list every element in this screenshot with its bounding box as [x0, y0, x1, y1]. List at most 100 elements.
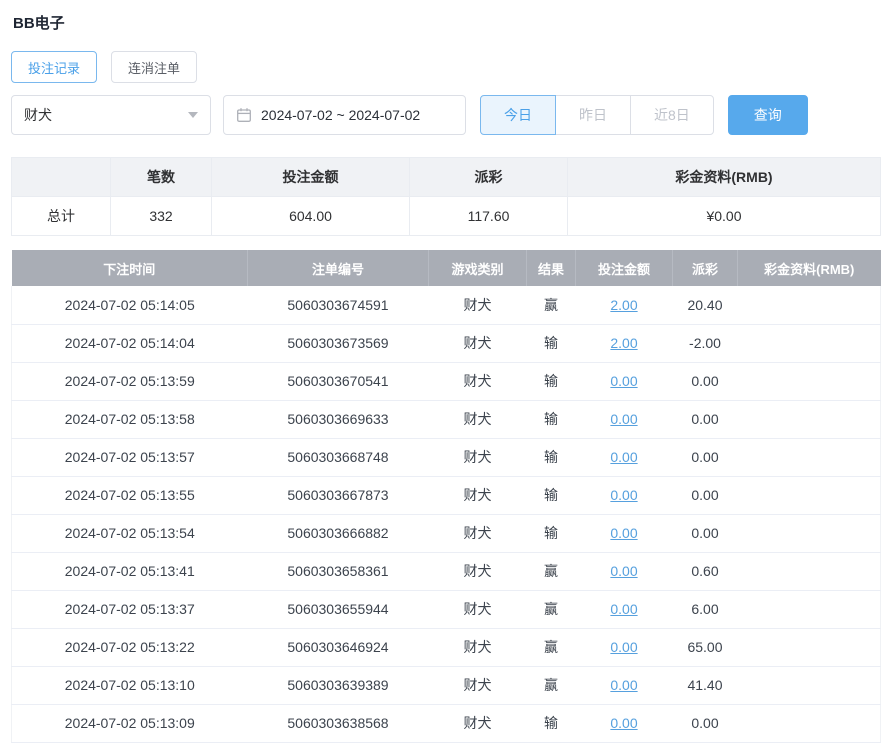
payout-cell: 0.60 [672, 552, 738, 591]
game-type-cell: 财犬 [428, 666, 527, 705]
bet-amount-link[interactable]: 0.00 [610, 411, 637, 427]
date-quick-buttons: 今日 昨日 近8日 [480, 95, 714, 135]
table-row: 2024-07-02 05:13:10 5060303639389 财犬 赢 0… [11, 666, 881, 705]
result-cell: 赢 [526, 552, 576, 591]
bonus-cell [737, 400, 881, 439]
game-type-cell: 财犬 [428, 400, 527, 439]
summary-header-count: 笔数 [110, 157, 212, 197]
bet-amount-link[interactable]: 0.00 [610, 525, 637, 541]
date-range-input[interactable]: 2024-07-02 ~ 2024-07-02 [223, 95, 466, 135]
payout-cell: -2.00 [672, 324, 738, 363]
bet-amount-link[interactable]: 0.00 [610, 373, 637, 389]
game-type-cell: 财犬 [428, 704, 527, 743]
payout-cell: 0.00 [672, 476, 738, 515]
tab-bar: 投注记录 连消注单 [11, 51, 881, 83]
header-bet-time: 下注时间 [11, 250, 248, 286]
yesterday-button[interactable]: 昨日 [555, 95, 631, 135]
tab-betting-records[interactable]: 投注记录 [11, 51, 98, 83]
bet-amount-link[interactable]: 0.00 [610, 563, 637, 579]
bet-amount-link[interactable]: 0.00 [610, 639, 637, 655]
bet-time-cell: 2024-07-02 05:13:37 [11, 590, 248, 629]
result-cell: 输 [526, 438, 576, 477]
page-title: BB电子 [13, 15, 65, 32]
table-row: 2024-07-02 05:13:57 5060303668748 财犬 输 0… [11, 438, 881, 477]
game-type-cell: 财犬 [428, 362, 527, 401]
bet-amount-link[interactable]: 0.00 [610, 715, 637, 731]
bet-time-cell: 2024-07-02 05:13:59 [11, 362, 248, 401]
bet-amount-cell: 2.00 [575, 324, 673, 363]
game-type-cell: 财犬 [428, 590, 527, 629]
bet-amount-link[interactable]: 0.00 [610, 601, 637, 617]
game-select[interactable]: 财犬 [11, 95, 211, 135]
bet-amount-link[interactable]: 0.00 [610, 449, 637, 465]
result-cell: 输 [526, 476, 576, 515]
bet-amount-cell: 0.00 [575, 704, 673, 743]
table-row: 2024-07-02 05:14:05 5060303674591 财犬 赢 2… [11, 286, 881, 325]
payout-cell: 0.00 [672, 362, 738, 401]
summary-total-row: 总计 332 604.00 117.60 ¥0.00 [11, 196, 881, 236]
bet-amount-cell: 0.00 [575, 514, 673, 553]
result-cell: 输 [526, 362, 576, 401]
bet-time-cell: 2024-07-02 05:13:09 [11, 704, 248, 743]
result-cell: 输 [526, 514, 576, 553]
summary-total-payout: 117.60 [409, 196, 568, 236]
summary-total-bonus: ¥0.00 [567, 196, 881, 236]
payout-cell: 65.00 [672, 628, 738, 667]
order-number-cell: 5060303673569 [247, 324, 429, 363]
header-bet-amount: 投注金额 [575, 250, 673, 286]
today-button[interactable]: 今日 [480, 95, 556, 135]
bonus-cell [737, 476, 881, 515]
summary-header-payout: 派彩 [409, 157, 568, 197]
header-bonus: 彩金资料(RMB) [737, 250, 881, 286]
payout-cell: 6.00 [672, 590, 738, 629]
result-cell: 赢 [526, 666, 576, 705]
records-header-row: 下注时间 注单编号 游戏类别 结果 投注金额 派彩 彩金资料(RMB) [11, 250, 881, 286]
game-type-cell: 财犬 [428, 286, 527, 325]
table-row: 2024-07-02 05:14:04 5060303673569 财犬 输 2… [11, 324, 881, 363]
result-cell: 输 [526, 324, 576, 363]
query-button[interactable]: 查询 [727, 95, 808, 135]
summary-header-blank [11, 157, 111, 197]
bonus-cell [737, 552, 881, 591]
bet-time-cell: 2024-07-02 05:14:04 [11, 324, 248, 363]
filter-bar: 财犬 2024-07-02 ~ 2024-07-02 今日 昨日 近8日 查询 [11, 95, 881, 135]
payout-cell: 20.40 [672, 286, 738, 325]
bet-amount-link[interactable]: 2.00 [610, 297, 637, 313]
last-8-days-button[interactable]: 近8日 [630, 95, 714, 135]
payout-cell: 0.00 [672, 400, 738, 439]
game-type-cell: 财犬 [428, 514, 527, 553]
bet-amount-cell: 0.00 [575, 590, 673, 629]
tab-cancelled-orders[interactable]: 连消注单 [111, 51, 198, 83]
bonus-cell [737, 438, 881, 477]
order-number-cell: 5060303666882 [247, 514, 429, 553]
bonus-cell [737, 590, 881, 629]
bet-amount-link[interactable]: 2.00 [610, 335, 637, 351]
header-payout: 派彩 [672, 250, 738, 286]
order-number-cell: 5060303669633 [247, 400, 429, 439]
summary-total-bet-amount: 604.00 [211, 196, 410, 236]
header-game-type: 游戏类别 [428, 250, 527, 286]
date-range-value: 2024-07-02 ~ 2024-07-02 [261, 107, 421, 123]
result-cell: 赢 [526, 286, 576, 325]
table-row: 2024-07-02 05:13:55 5060303667873 财犬 输 0… [11, 476, 881, 515]
game-type-cell: 财犬 [428, 324, 527, 363]
bonus-cell [737, 704, 881, 743]
bet-amount-link[interactable]: 0.00 [610, 487, 637, 503]
bet-time-cell: 2024-07-02 05:14:05 [11, 286, 248, 325]
order-number-cell: 5060303658361 [247, 552, 429, 591]
bet-time-cell: 2024-07-02 05:13:41 [11, 552, 248, 591]
result-cell: 赢 [526, 628, 576, 667]
game-type-cell: 财犬 [428, 476, 527, 515]
order-number-cell: 5060303667873 [247, 476, 429, 515]
payout-cell: 0.00 [672, 514, 738, 553]
bet-amount-link[interactable]: 0.00 [610, 677, 637, 693]
header-result: 结果 [526, 250, 576, 286]
records-body: 2024-07-02 05:14:05 5060303674591 财犬 赢 2… [11, 286, 881, 743]
order-number-cell: 5060303674591 [247, 286, 429, 325]
bet-amount-cell: 0.00 [575, 400, 673, 439]
bet-amount-cell: 0.00 [575, 362, 673, 401]
table-row: 2024-07-02 05:13:09 5060303638568 财犬 输 0… [11, 704, 881, 743]
bet-amount-cell: 0.00 [575, 666, 673, 705]
bet-amount-cell: 0.00 [575, 476, 673, 515]
calendar-icon [236, 107, 252, 123]
